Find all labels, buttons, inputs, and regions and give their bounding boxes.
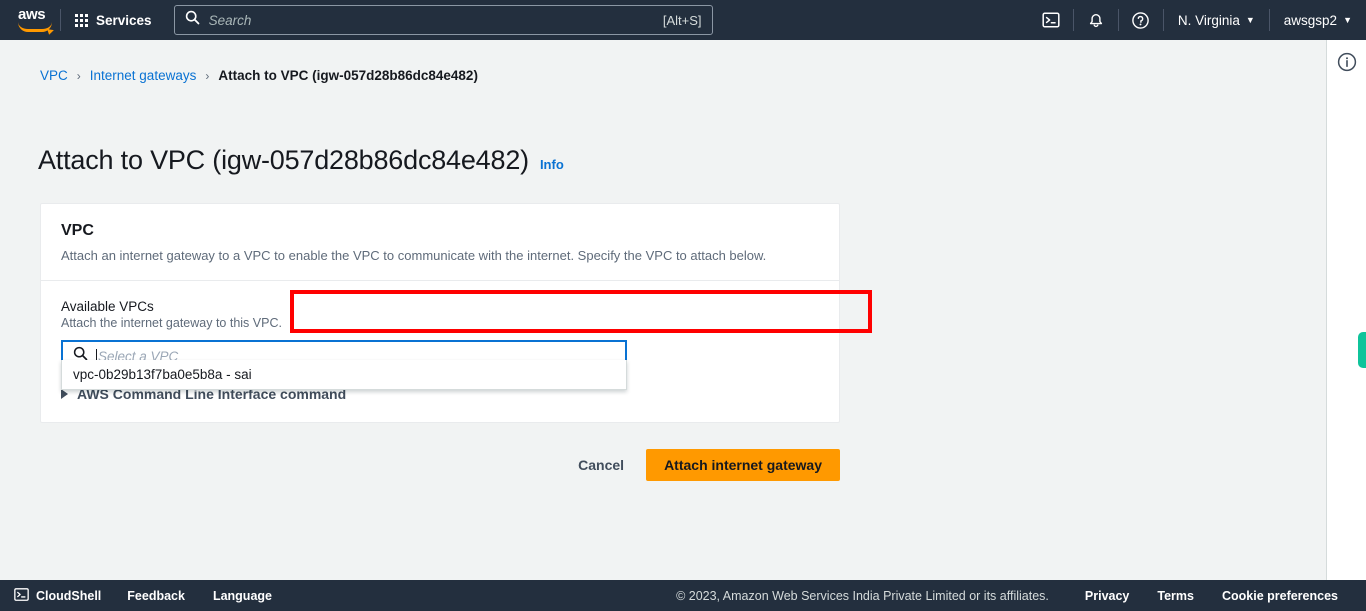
card-header: VPC Attach an internet gateway to a VPC … bbox=[41, 204, 839, 281]
account-menu[interactable]: awsgsp2 ▼ bbox=[1270, 0, 1366, 40]
help-icon[interactable] bbox=[1119, 0, 1163, 40]
search-shortcut-hint: [Alt+S] bbox=[662, 12, 702, 28]
card-description: Attach an internet gateway to a VPC to e… bbox=[61, 248, 767, 263]
breadcrumb-item-vpc[interactable]: VPC bbox=[40, 68, 68, 83]
form-actions: Cancel Attach internet gateway bbox=[0, 449, 840, 481]
available-vpcs-label: Available VPCs bbox=[61, 299, 154, 314]
nav-right-group: N. Virginia ▼ awsgsp2 ▼ bbox=[1029, 0, 1366, 40]
triangle-right-icon bbox=[61, 389, 68, 399]
cancel-button[interactable]: Cancel bbox=[574, 451, 628, 479]
chevron-down-icon: ▼ bbox=[1245, 14, 1255, 25]
main-content-area: VPC › Internet gateways › Attach to VPC … bbox=[0, 40, 1326, 580]
global-search-input[interactable]: Search [Alt+S] bbox=[173, 5, 713, 35]
account-label: awsgsp2 bbox=[1283, 12, 1338, 28]
chevron-down-icon: ▼ bbox=[1343, 14, 1352, 25]
services-menu-button[interactable]: Services bbox=[61, 0, 166, 40]
aws-logo[interactable]: aws bbox=[16, 7, 60, 33]
grid-icon bbox=[75, 13, 88, 27]
green-help-tab[interactable] bbox=[1358, 332, 1366, 368]
aws-logo-wordmark: aws bbox=[18, 6, 46, 23]
footer-right-group: © 2023, Amazon Web Services India Privat… bbox=[676, 589, 1366, 603]
right-side-panel bbox=[1326, 40, 1366, 580]
breadcrumb-item-current: Attach to VPC (igw-057d28b86dc84e482) bbox=[218, 68, 478, 83]
footer-link-language[interactable]: Language bbox=[199, 589, 286, 603]
services-label: Services bbox=[96, 12, 152, 28]
page-title-info-link[interactable]: Info bbox=[540, 157, 564, 172]
cloudshell-label: CloudShell bbox=[36, 588, 102, 603]
page-title-row: Attach to VPC (igw-057d28b86dc84e482) In… bbox=[38, 145, 564, 176]
copyright-text: © 2023, Amazon Web Services India Privat… bbox=[676, 588, 1049, 603]
dropdown-option[interactable]: vpc-0b29b13f7ba0e5b8a - sai bbox=[62, 360, 626, 389]
top-navigation-bar: aws Services Search [Alt+S] N. Virginia … bbox=[0, 0, 1366, 40]
bell-icon[interactable] bbox=[1074, 0, 1118, 40]
cloudshell-icon[interactable] bbox=[1029, 0, 1073, 40]
breadcrumb-item-internet-gateways[interactable]: Internet gateways bbox=[90, 68, 197, 83]
footer-link-privacy[interactable]: Privacy bbox=[1071, 589, 1143, 603]
footer-bar: CloudShell Feedback Language © 2023, Ama… bbox=[0, 580, 1366, 611]
footer-link-cookie-preferences[interactable]: Cookie preferences bbox=[1208, 589, 1352, 603]
available-vpcs-hint: Attach the internet gateway to this VPC. bbox=[61, 316, 282, 330]
terminal-icon bbox=[14, 587, 29, 605]
footer-link-terms[interactable]: Terms bbox=[1143, 589, 1208, 603]
vpc-dropdown-list: vpc-0b29b13f7ba0e5b8a - sai bbox=[61, 360, 627, 390]
attach-internet-gateway-button[interactable]: Attach internet gateway bbox=[646, 449, 840, 481]
search-icon bbox=[185, 10, 200, 30]
search-placeholder: Search bbox=[208, 12, 252, 28]
info-circle-icon[interactable] bbox=[1337, 52, 1357, 72]
breadcrumb-separator-icon: › bbox=[76, 68, 81, 83]
cloudshell-button[interactable]: CloudShell bbox=[0, 587, 113, 605]
vpc-card: VPC Attach an internet gateway to a VPC … bbox=[40, 203, 840, 423]
region-selector[interactable]: N. Virginia ▼ bbox=[1164, 0, 1269, 40]
footer-link-feedback[interactable]: Feedback bbox=[113, 589, 199, 603]
card-title: VPC bbox=[61, 222, 94, 239]
region-label: N. Virginia bbox=[1177, 12, 1240, 28]
footer-left-group: CloudShell Feedback Language bbox=[0, 587, 286, 605]
breadcrumb-separator-icon: › bbox=[205, 68, 210, 83]
page-title: Attach to VPC (igw-057d28b86dc84e482) bbox=[38, 145, 529, 175]
aws-logo-swoosh bbox=[18, 22, 52, 32]
breadcrumb: VPC › Internet gateways › Attach to VPC … bbox=[40, 68, 478, 83]
card-body: Available VPCs Attach the internet gatew… bbox=[41, 281, 839, 422]
